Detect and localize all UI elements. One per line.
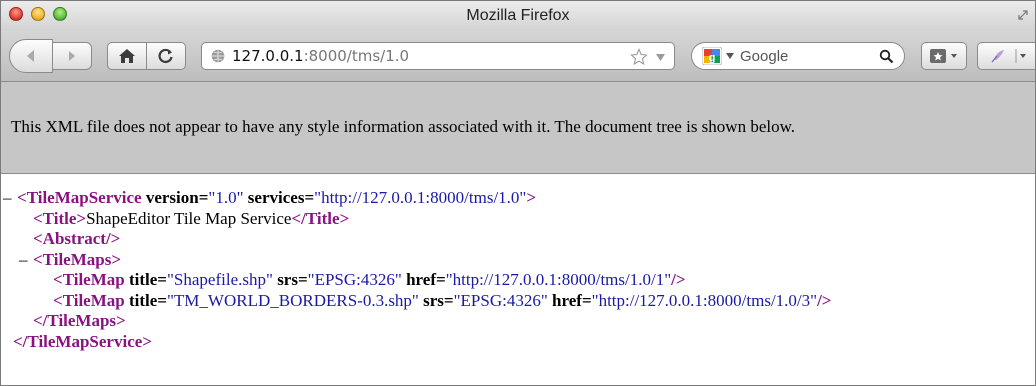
- xml-line-tilemaps-close: </TileMaps>: [1, 311, 1035, 332]
- xml-line-abstract: <Abstract/>: [1, 229, 1035, 250]
- browser-window: Mozilla Firefox 127.0.0.1:8000/tms/1.0 g…: [0, 0, 1036, 386]
- forward-icon: [69, 51, 75, 61]
- search-bar[interactable]: g Google: [691, 42, 905, 70]
- xml-tag-bracket: >: [526, 188, 537, 207]
- back-forward-group: [9, 39, 93, 73]
- xml-line-root-close: </TileMapService>: [1, 332, 1035, 353]
- search-placeholder[interactable]: Google: [740, 48, 788, 65]
- url-bar[interactable]: 127.0.0.1:8000/tms/1.0: [201, 42, 675, 70]
- url-history-dropdown-icon[interactable]: [656, 54, 665, 61]
- search-icon[interactable]: [879, 49, 894, 64]
- xml-tag-open: <TileMaps>: [33, 249, 122, 269]
- xml-eq: =: [581, 290, 592, 310]
- xml-attr-value: "EPSG:4326": [453, 290, 548, 310]
- xml-attr-value: "http://127.0.0.1:8000/tms/1.0/1": [445, 270, 672, 289]
- bookmarks-menu-icon: [930, 49, 957, 63]
- collapse-toggle[interactable]: –: [3, 188, 17, 209]
- home-icon: [119, 49, 135, 63]
- xml-attr-name: srs: [277, 270, 298, 289]
- xml-attr-value: "EPSG:4326": [307, 270, 402, 289]
- fullscreen-icon[interactable]: [1017, 9, 1029, 21]
- xml-attr-value: "Shapefile.shp": [166, 270, 273, 289]
- xml-eq: =: [157, 290, 167, 310]
- globe-icon[interactable]: [211, 49, 225, 63]
- xml-attr-name: title: [128, 290, 158, 310]
- xml-tag-bracket: <: [53, 270, 63, 289]
- xml-eq: =: [443, 290, 454, 310]
- xml-tag-close: </TileMaps>: [33, 311, 126, 330]
- xml-tag-bracket: />: [817, 290, 832, 310]
- xml-attr-name: href: [552, 290, 582, 310]
- xml-line-title: <Title>ShapeEditor Tile Map Service</Tit…: [1, 209, 1035, 230]
- url-path: :8000/tms/1.0: [303, 47, 410, 65]
- reload-icon: [158, 48, 173, 64]
- xml-text-node: ShapeEditor Tile Map Service: [86, 208, 292, 228]
- search-engine-dropdown-icon[interactable]: [726, 53, 734, 59]
- xml-tag-name: TileMapService: [26, 188, 142, 207]
- svg-text:g: g: [709, 52, 716, 64]
- xml-line-tilemap: <TileMap title="TM_WORLD_BORDERS-0.3.shp…: [1, 291, 1035, 312]
- xml-eq: =: [436, 270, 446, 289]
- xml-eq: =: [297, 270, 308, 289]
- bookmarks-menu-button[interactable]: [921, 42, 967, 70]
- xml-attr-value: "http://127.0.0.1:8000/tms/1.0/3": [591, 290, 818, 310]
- xml-tag-bracket: <: [53, 290, 63, 310]
- home-button[interactable]: [107, 42, 147, 70]
- xml-attr-value: "http://127.0.0.1:8000/tms/1.0": [314, 188, 527, 207]
- navigation-toolbar: 127.0.0.1:8000/tms/1.0 g Google: [1, 31, 1035, 82]
- xml-attr-name: services: [247, 188, 305, 207]
- xml-tag-bracket: />: [671, 270, 686, 289]
- forward-button[interactable]: [52, 42, 92, 70]
- xml-attr-name: srs: [423, 290, 444, 310]
- extension-button[interactable]: [977, 42, 1035, 70]
- google-logo-icon[interactable]: g: [702, 47, 722, 65]
- xml-line-root-open: – <TileMapService version="1.0" services=…: [1, 188, 1035, 209]
- xml-attr-name: href: [406, 270, 436, 289]
- window-title: Mozilla Firefox: [466, 7, 570, 24]
- xml-eq: =: [304, 188, 315, 207]
- xml-tag-close: </Title>: [291, 208, 350, 228]
- collapse-toggle[interactable]: –: [19, 250, 33, 271]
- xml-tag-name: TileMap: [62, 270, 125, 289]
- title-bar: Mozilla Firefox: [1, 1, 1035, 31]
- xml-tag-name: TileMap: [62, 290, 125, 310]
- xml-eq: =: [198, 188, 209, 207]
- xml-tag-open: <Title>: [33, 208, 87, 228]
- back-icon: [27, 50, 34, 62]
- url-text[interactable]: 127.0.0.1:8000/tms/1.0: [232, 47, 409, 65]
- xml-attr-name: title: [128, 270, 158, 289]
- bookmark-star-icon[interactable]: [630, 48, 648, 66]
- xml-info-bar: This XML file does not appear to have an…: [1, 82, 1035, 174]
- xml-tag-bracket: <: [17, 188, 27, 207]
- xml-attr-value: "1.0": [208, 188, 244, 207]
- extension-icon: [991, 49, 1026, 63]
- reload-button[interactable]: [146, 42, 186, 70]
- back-button[interactable]: [9, 39, 53, 73]
- xml-attr-value: "TM_WORLD_BORDERS-0.3.shp": [166, 290, 419, 310]
- url-host: 127.0.0.1: [232, 47, 304, 65]
- xml-attr-name: version: [145, 188, 199, 207]
- xml-line-tilemap: <TileMap title="Shapefile.shp" srs="EPSG…: [1, 270, 1035, 291]
- xml-info-message: This XML file does not appear to have an…: [11, 117, 796, 136]
- xml-eq: =: [157, 270, 167, 289]
- xml-line-tilemaps-open: – <TileMaps>: [1, 250, 1035, 271]
- xml-tag-close: </TileMapService>: [13, 331, 152, 351]
- xml-document-tree: – <TileMapService version="1.0" services=…: [1, 174, 1035, 352]
- xml-tag-selfclose: <Abstract/>: [33, 229, 121, 248]
